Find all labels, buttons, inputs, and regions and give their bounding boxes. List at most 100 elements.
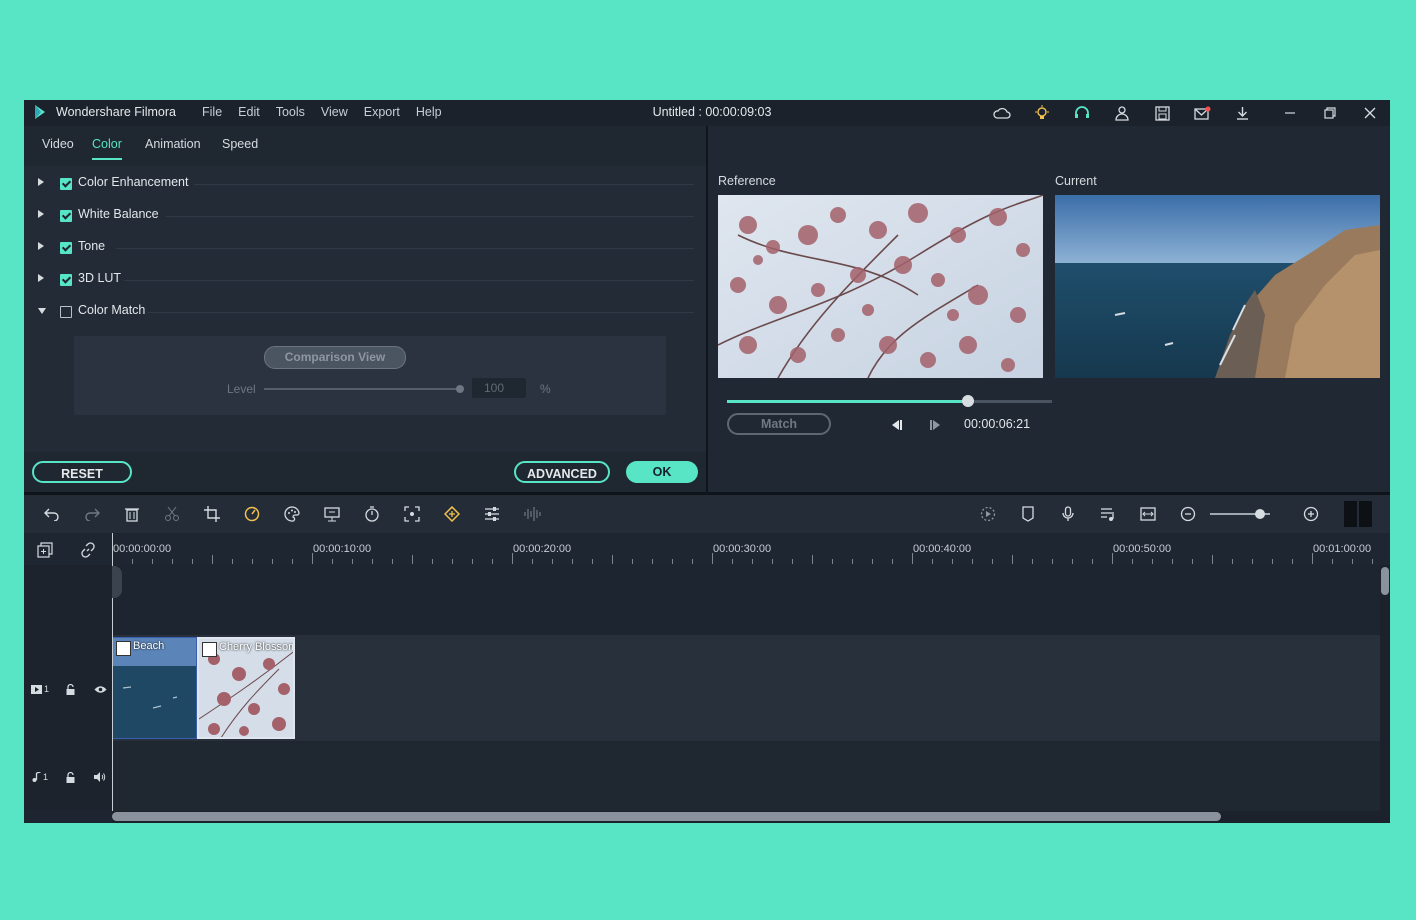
ruler-label: 00:00:40:00 [913,543,972,555]
timeline-toolbar [24,495,1390,533]
mail-notification-icon[interactable] [1192,103,1212,123]
collapse-arrow-icon[interactable] [38,308,46,314]
previous-frame-icon[interactable] [886,415,906,435]
expand-arrow-icon[interactable] [38,274,44,282]
speed-icon[interactable] [242,504,262,524]
download-icon[interactable] [1232,103,1252,123]
adjust-settings-icon[interactable] [482,504,502,524]
color-palette-icon[interactable] [282,504,302,524]
delete-icon[interactable] [122,504,142,524]
video-track-icon: 1 [30,682,50,696]
render-preview-icon[interactable] [978,504,998,524]
add-track-icon[interactable] [35,540,55,560]
level-input[interactable]: 100 [472,378,526,398]
zoom-slider-handle[interactable] [1255,509,1265,519]
match-button[interactable]: Match [727,413,831,435]
comparison-view-button[interactable]: Comparison View [264,346,406,369]
expand-arrow-icon[interactable] [38,242,44,250]
microphone-icon[interactable] [1058,504,1078,524]
next-frame-icon[interactable] [926,415,946,435]
preview-timecode: 00:00:06:21 [964,417,1031,431]
ruler-label: 00:01:00:00 [1313,543,1372,555]
duration-icon[interactable] [362,504,382,524]
marker-icon[interactable] [1018,504,1038,524]
color-match-box: Comparison View Level 100 % [74,336,666,415]
timeline-ruler[interactable] [24,533,1390,565]
ok-button[interactable]: OK [626,461,698,483]
section-label: Tone [78,239,106,253]
preview-progress-bar[interactable] [727,395,1052,407]
minimize-icon[interactable] [1280,103,1300,123]
cut-icon[interactable] [162,504,182,524]
level-label: Level [227,382,256,396]
section-color-enhancement[interactable]: Color Enhancement [24,168,706,200]
tone-checkbox[interactable] [60,242,72,254]
playhead-handle[interactable] [112,566,122,598]
clip-cherry-blossom[interactable]: Cherry Blossom [197,637,295,739]
level-slider-handle[interactable] [456,385,464,393]
section-tone[interactable]: Tone [24,232,706,264]
audio-track-1[interactable] [112,741,1382,811]
tab-video[interactable]: Video [42,137,74,151]
section-color-match[interactable]: Color Match [24,296,706,328]
link-icon[interactable] [78,540,98,560]
horizontal-scrollbar[interactable] [112,811,1390,823]
advanced-button[interactable]: ADVANCED [514,461,610,483]
crop-icon[interactable] [202,504,222,524]
speaker-icon[interactable] [90,770,110,784]
ruler-label: 00:00:50:00 [1113,543,1172,555]
section-label: Color Match [78,303,146,317]
section-white-balance[interactable]: White Balance [24,200,706,232]
lock-icon[interactable] [60,682,80,696]
voiceover-list-icon[interactable] [1098,504,1118,524]
stabilization-icon[interactable] [402,504,422,524]
zoom-in-icon[interactable] [1301,504,1321,524]
close-icon[interactable] [1360,103,1380,123]
expand-arrow-icon[interactable] [38,178,44,186]
eye-icon[interactable] [90,682,110,696]
level-slider[interactable] [264,385,464,393]
fit-timeline-icon[interactable] [1138,504,1158,524]
clip-title: Cherry Blossom [219,641,295,653]
vertical-scrollbar[interactable] [1380,565,1390,811]
progress-fill [727,400,968,403]
lightbulb-icon[interactable] [1032,103,1052,123]
clip-type-icon [202,642,217,657]
headset-support-icon[interactable] [1072,103,1092,123]
reference-label: Reference [718,174,776,188]
empty-track-area[interactable] [112,565,1390,635]
tab-color[interactable]: Color [92,137,122,160]
redo-icon[interactable] [82,504,102,524]
progress-handle[interactable] [961,395,974,407]
green-screen-icon[interactable] [322,504,342,524]
keyframe-icon[interactable] [442,504,462,524]
percent-label: % [540,382,551,396]
audio-track-number: 1 [42,772,48,782]
restore-icon[interactable] [1320,103,1340,123]
zoom-out-icon[interactable] [1178,504,1198,524]
account-icon[interactable] [1112,103,1132,123]
audio-waveform-icon[interactable] [522,504,542,524]
video-track-1[interactable] [112,635,1382,741]
clip-beach[interactable]: Beach [112,637,197,739]
ruler-label: 00:00:10:00 [313,543,372,555]
save-icon[interactable] [1152,103,1172,123]
color-enhancement-checkbox[interactable] [60,178,72,190]
white-balance-checkbox[interactable] [60,210,72,222]
undo-icon[interactable] [42,504,62,524]
reset-button[interactable]: RESET [32,461,132,483]
horizontal-scroll-thumb[interactable] [112,812,1221,821]
ruler-label: 00:00:30:00 [713,543,772,555]
tab-speed[interactable]: Speed [222,137,258,151]
timeline-layout-toggle[interactable] [1344,501,1372,527]
tab-animation[interactable]: Animation [145,137,201,151]
3d-lut-checkbox[interactable] [60,274,72,286]
color-settings-panel: Video Color Animation Speed Color Enhanc… [24,126,706,492]
expand-arrow-icon[interactable] [38,210,44,218]
section-label: White Balance [78,207,159,221]
color-match-checkbox[interactable] [60,306,72,318]
section-3d-lut[interactable]: 3D LUT [24,264,706,296]
lock-icon[interactable] [60,770,80,784]
vertical-scroll-thumb[interactable] [1381,567,1389,595]
cloud-icon[interactable] [992,103,1012,123]
